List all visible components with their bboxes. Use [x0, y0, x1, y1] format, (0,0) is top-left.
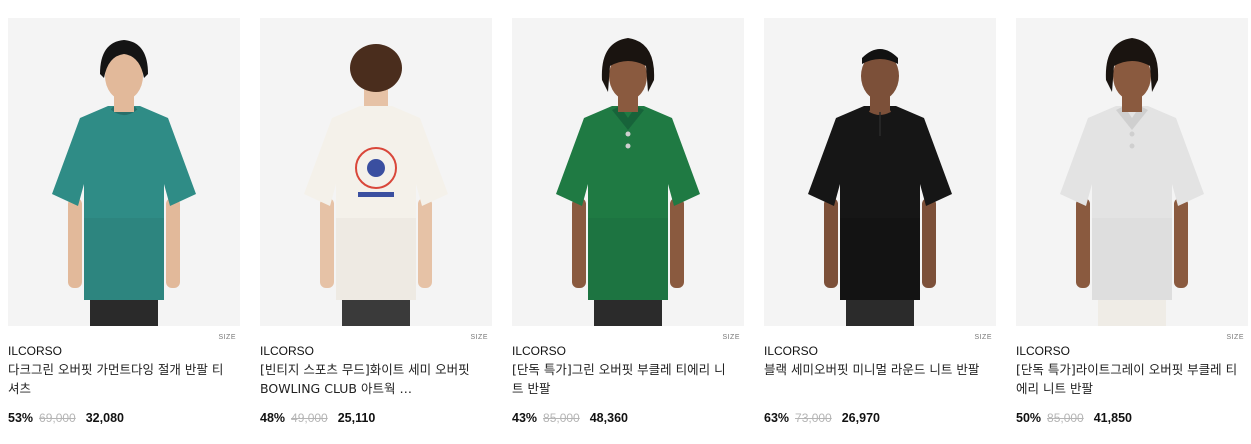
discount-rate: 63%	[764, 411, 790, 425]
price-row: 63% 73,000 26,970	[764, 411, 996, 425]
product-card[interactable]: SIZE ILCORSO 블랙 세미오버핏 미니멀 라운드 니트 반팔 63% …	[764, 18, 996, 425]
product-brand[interactable]: ILCORSO	[260, 344, 492, 358]
product-image[interactable]	[260, 18, 492, 326]
price-row: 48% 49,000 25,110	[260, 411, 492, 425]
product-image[interactable]	[512, 18, 744, 326]
product-image[interactable]	[764, 18, 996, 326]
original-price: 73,000	[795, 411, 832, 425]
product-brand[interactable]: ILCORSO	[764, 344, 996, 358]
product-title[interactable]: [단독 특가]라이트그레이 오버핏 부클레 티에리 니트 반팔	[1016, 361, 1248, 398]
price-row: 50% 85,000 41,850	[1016, 411, 1248, 425]
product-title[interactable]: [빈티지 스포츠 무드]화이트 세미 오버핏 BOWLING CLUB 아트웍 …	[260, 361, 492, 398]
product-card[interactable]: SIZE ILCORSO [단독 특가]라이트그레이 오버핏 부클레 티에리 니…	[1016, 18, 1248, 425]
discount-rate: 43%	[512, 411, 538, 425]
discount-rate: 53%	[8, 411, 34, 425]
product-image[interactable]	[1016, 18, 1248, 326]
sale-price: 25,110	[337, 411, 376, 425]
discount-rate: 48%	[260, 411, 286, 425]
product-brand[interactable]: ILCORSO	[8, 344, 240, 358]
size-label[interactable]: SIZE	[974, 334, 992, 341]
product-brand[interactable]: ILCORSO	[512, 344, 744, 358]
sale-price: 41,850	[1093, 411, 1132, 425]
size-label[interactable]: SIZE	[722, 334, 740, 341]
product-title[interactable]: 다크그린 오버핏 가먼트다잉 절개 반팔 티셔츠	[8, 361, 240, 398]
product-grid: SIZE ILCORSO 다크그린 오버핏 가먼트다잉 절개 반팔 티셔츠 53…	[0, 0, 1251, 444]
original-price: 69,000	[39, 411, 76, 425]
original-price: 49,000	[291, 411, 328, 425]
sale-price: 26,970	[841, 411, 880, 425]
product-image[interactable]	[8, 18, 240, 326]
size-label[interactable]: SIZE	[1226, 334, 1244, 341]
original-price: 85,000	[543, 411, 580, 425]
discount-rate: 50%	[1016, 411, 1042, 425]
sale-price: 32,080	[85, 411, 124, 425]
sale-price: 48,360	[589, 411, 628, 425]
product-brand[interactable]: ILCORSO	[1016, 344, 1248, 358]
product-card[interactable]: SIZE ILCORSO [빈티지 스포츠 무드]화이트 세미 오버핏 BOWL…	[260, 18, 492, 425]
product-card[interactable]: SIZE ILCORSO 다크그린 오버핏 가먼트다잉 절개 반팔 티셔츠 53…	[8, 18, 240, 425]
size-label[interactable]: SIZE	[218, 334, 236, 341]
price-row: 53% 69,000 32,080	[8, 411, 240, 425]
size-label[interactable]: SIZE	[470, 334, 488, 341]
price-row: 43% 85,000 48,360	[512, 411, 744, 425]
product-card[interactable]: SIZE ILCORSO [단독 특가]그린 오버핏 부클레 티에리 니트 반팔…	[512, 18, 744, 425]
product-title[interactable]: 블랙 세미오버핏 미니멀 라운드 니트 반팔	[764, 361, 996, 398]
original-price: 85,000	[1047, 411, 1084, 425]
product-title[interactable]: [단독 특가]그린 오버핏 부클레 티에리 니트 반팔	[512, 361, 744, 398]
